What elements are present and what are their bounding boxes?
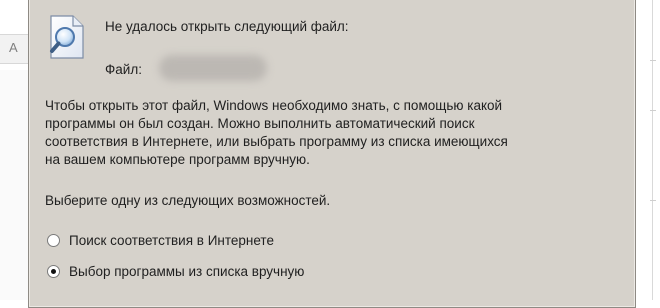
dialog-heading: Не удалось открыть следующий файл: [105,19,349,34]
background-tick [650,200,656,201]
option-select-program[interactable]: Выбор программы из списка вручную [47,262,304,280]
background-divider [652,0,653,300]
description-line: Чтобы открыть этот файл, Windows необход… [45,98,503,113]
description-line: на вашем компьютере программ вручную. [45,152,310,167]
file-search-icon [50,15,84,59]
description-line: программы он был создан. Можно выполнить… [45,116,475,131]
option-select-program-label[interactable]: Выбор программы из списка вручную [69,264,304,279]
radio-select-program[interactable] [47,264,60,278]
background-tick [650,60,656,61]
background-window-left: A [0,0,29,300]
open-with-dialog: Не удалось открыть следующий файл: Файл:… [28,0,636,308]
description-line: соответствия в Интернете, или выбрать пр… [45,134,508,149]
option-web-search[interactable]: Поиск соответствия в Интернете [47,231,274,249]
background-window-right [636,0,660,300]
radio-web-search[interactable] [47,233,60,247]
file-label: Файл: [105,62,142,77]
choice-prompt: Выберите одну из следующих возможностей. [45,193,331,208]
background-toolbar-letter: A [9,40,18,55]
blurred-file-name [159,55,267,81]
background-tick [650,110,656,111]
background-content-area [0,70,28,300]
dialog-description: Чтобы открыть этот файл, Windows необход… [45,97,615,169]
option-web-search-label[interactable]: Поиск соответствия в Интернете [69,233,274,248]
